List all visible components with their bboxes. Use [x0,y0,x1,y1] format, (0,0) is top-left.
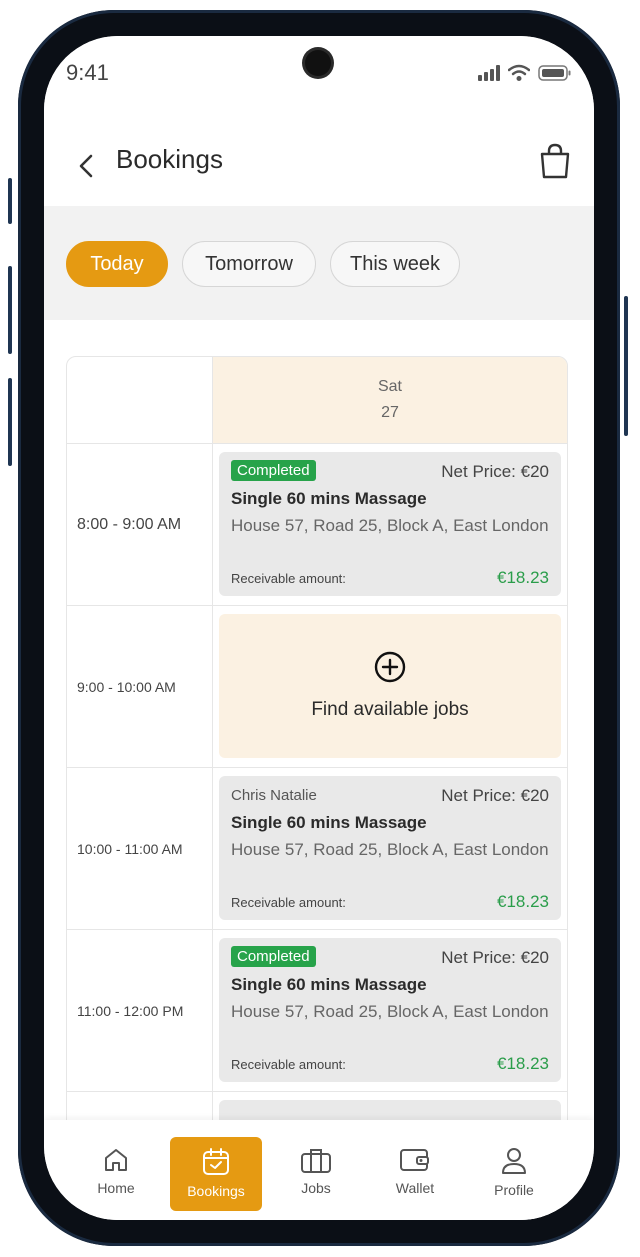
nav-jobs-label: Jobs [301,1180,331,1196]
wifi-icon [508,64,530,81]
slot-time: 11:00 - 12:00 PM [67,930,213,1091]
time-slot-row: 8:00 - 9:00 AM Completed Net Price: €20 … [67,443,567,605]
service-address: House 57, Road 25, Block A, East London [231,516,549,535]
service-name: Single 60 mins Massage [231,489,427,508]
net-price: Net Price: €20 [441,462,549,481]
front-camera [305,50,331,76]
receivable-amount: €18.23 [497,568,549,587]
receivable-amount: €18.23 [497,1054,549,1073]
chevron-left-icon [79,154,93,178]
day-header-row: Sat 27 [67,357,567,443]
find-jobs-button[interactable]: Find available jobs [219,614,561,758]
time-slot-row: 9:00 - 10:00 AM Find available jobs [67,605,567,767]
calendar-icon [203,1148,229,1175]
nav-home-label: Home [97,1180,135,1196]
booking-card[interactable]: Chris Natalie Net Price: €20 Single 60 m… [219,776,561,920]
briefcase-icon [301,1149,331,1173]
day-header: Sat 27 [213,357,567,443]
receivable-label: Receivable amount: [231,1057,346,1072]
cart-button[interactable] [538,142,574,182]
nav-bookings-label: Bookings [187,1183,245,1199]
status-icons [478,64,572,82]
nav-wallet-label: Wallet [395,1180,435,1196]
slot-time: 8:00 - 9:00 AM [67,444,213,605]
service-address: House 57, Road 25, Block A, East London [231,840,549,859]
nav-jobs[interactable]: Jobs [270,1136,362,1210]
client-name: Chris Natalie [231,787,317,804]
day-name: Sat [377,378,402,395]
filter-today[interactable]: Today [66,241,168,287]
nav-home[interactable]: Home [70,1136,162,1210]
slot-time: 9:00 - 10:00 AM [67,606,213,767]
home-icon [105,1149,127,1171]
back-button[interactable] [68,148,104,184]
receivable-amount: €18.23 [497,892,549,911]
net-price: Net Price: €20 [441,786,549,805]
nav-profile-label: Profile [494,1182,534,1198]
nav-profile[interactable]: Profile [468,1136,560,1210]
page-title: Bookings [116,144,223,174]
plus-circle-icon [374,651,406,683]
schedule-area: Sat 27 8:00 - 9:00 AM Completed Net Pric… [44,320,594,1220]
day-number: 27 [381,404,399,421]
volume-up-button [8,266,12,354]
receivable-label: Receivable amount: [231,571,346,586]
booking-card[interactable]: Completed Net Price: €20 Single 60 mins … [219,452,561,596]
volume-down-button [8,378,12,466]
filter-tomorrow[interactable]: Tomorrow [182,241,316,287]
status-bar: 9:41 [44,36,594,136]
app-header: Bookings [44,136,594,206]
screen: 9:41 Bookings Today Tomorrow This week S… [44,36,594,1220]
signal-icon [478,65,500,81]
bottom-nav: Home Bookings Jobs Wallet Profile [44,1120,594,1220]
profile-icon [502,1148,526,1174]
date-filter-bar: Today Tomorrow This week [44,206,594,320]
mute-switch [8,178,12,224]
nav-bookings[interactable]: Bookings [170,1137,262,1211]
status-badge: Completed [231,946,316,967]
service-address: House 57, Road 25, Block A, East London [231,1002,549,1021]
filter-this-week[interactable]: This week [330,241,460,287]
net-price: Net Price: €20 [441,948,549,967]
slot-time: 10:00 - 11:00 AM [67,768,213,929]
time-slot-row: 11:00 - 12:00 PM Completed Net Price: €2… [67,929,567,1091]
shopping-bag-icon [540,143,570,179]
service-name: Single 60 mins Massage [231,975,427,994]
status-badge: Completed [231,460,316,481]
service-name: Single 60 mins Massage [231,813,427,832]
find-jobs-label: Find available jobs [311,699,469,720]
schedule-table: Sat 27 8:00 - 9:00 AM Completed Net Pric… [66,356,568,1220]
power-button [624,296,628,436]
battery-icon [538,65,571,81]
time-slot-row: 10:00 - 11:00 AM Chris Natalie Net Price… [67,767,567,929]
time-column-header [67,357,213,443]
booking-card[interactable]: Completed Net Price: €20 Single 60 mins … [219,938,561,1082]
nav-wallet[interactable]: Wallet [369,1136,461,1210]
wallet-icon [400,1149,429,1171]
phone-frame: 9:41 Bookings Today Tomorrow This week S… [18,10,620,1246]
status-time: 9:41 [66,60,109,85]
receivable-label: Receivable amount: [231,895,346,910]
